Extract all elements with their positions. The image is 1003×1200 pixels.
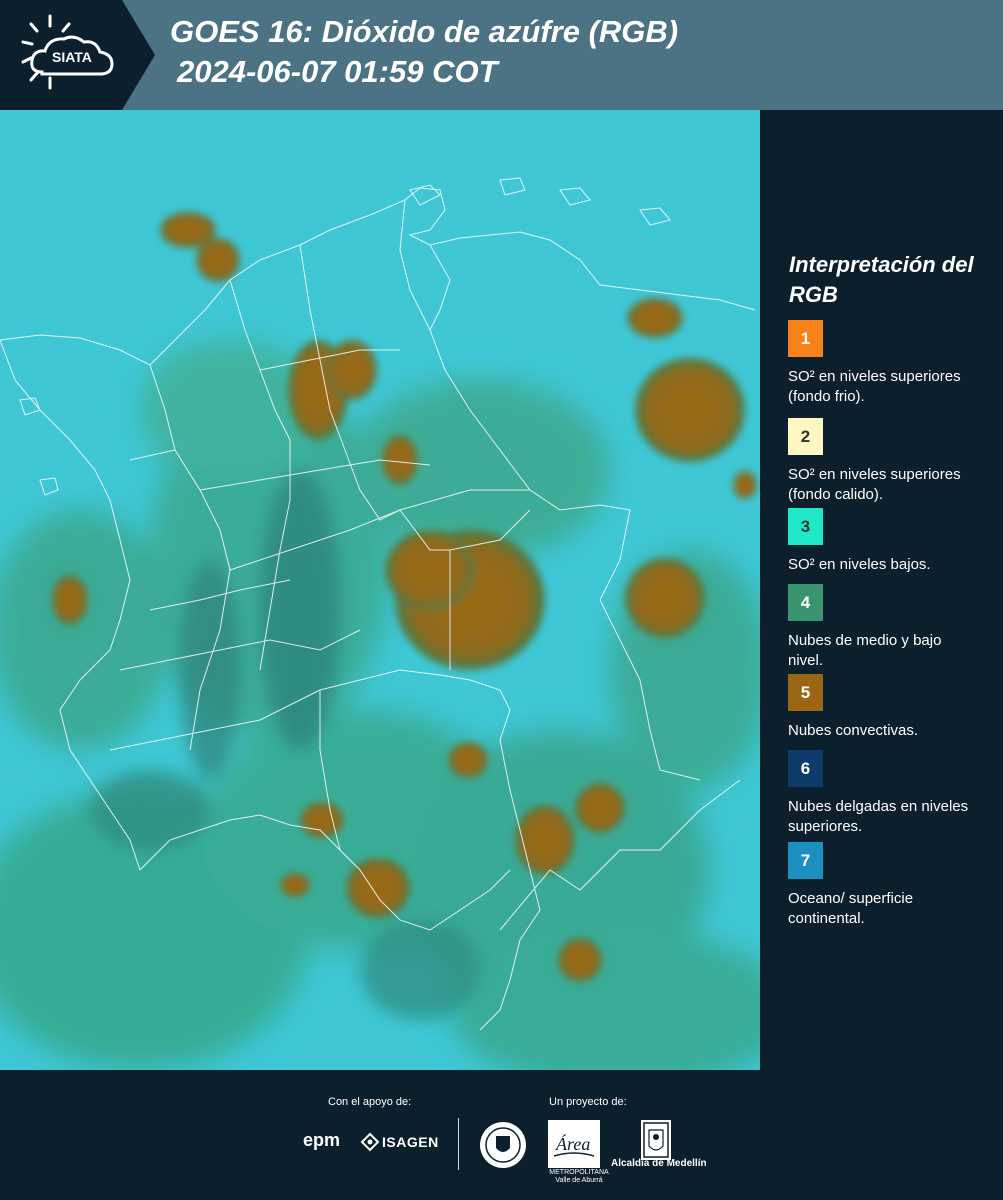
legend-label: SO² en niveles superiores (fondo calido)… — [788, 466, 961, 503]
medellin-seal-icon[interactable] — [478, 1120, 528, 1170]
legend-item: 3 SO² en niveles bajos. — [788, 508, 998, 575]
legend-item: 5 Nubes convectivas. — [788, 674, 998, 741]
page-title: GOES 16: Dióxido de azúfre (RGB) — [170, 14, 679, 49]
alcaldia-text: Alcaldía de Medellín — [611, 1158, 707, 1169]
legend-swatch: 2 — [788, 418, 823, 455]
legend-item: 6 Nubes delgadas en niveles superiores. — [788, 750, 998, 837]
alcaldia-crest[interactable] — [641, 1120, 671, 1160]
alcaldia-crest-icon — [643, 1122, 669, 1158]
legend-item: 7 Oceano/ superficie continental. — [788, 842, 998, 929]
epm-logo[interactable]: epm — [303, 1130, 340, 1151]
footer: Con el apoyo de: Un proyecto de: epm ISA… — [0, 1070, 1003, 1200]
legend-item: 1 SO² en niveles superiores (fondo frio)… — [788, 320, 998, 407]
svg-text:SIATA: SIATA — [52, 49, 92, 65]
legend-title: Interpretación del RGB — [789, 252, 974, 307]
legend-swatch: 3 — [788, 508, 823, 545]
project-caption: Un proyecto de: — [549, 1096, 627, 1108]
isagen-mark-icon — [360, 1132, 380, 1152]
satellite-image — [0, 110, 760, 1070]
legend-item: 4 Nubes de medio y bajo nivel. — [788, 584, 998, 671]
footer-divider — [458, 1118, 459, 1170]
satellite-map[interactable] — [0, 110, 760, 1070]
legend-item: 2 SO² en niveles superiores (fondo calid… — [788, 418, 998, 505]
legend-swatch: 4 — [788, 584, 823, 621]
legend-panel: Interpretación del RGB 1 SO² en niveles … — [760, 110, 1003, 1070]
area-metropolitana-text: METROPOLITANA Valle de Aburrá — [549, 1169, 609, 1184]
siata-logo-icon: SIATA — [0, 0, 155, 110]
area-metropolitana-icon: Área — [553, 1133, 595, 1157]
siata-logo[interactable]: SIATA — [0, 0, 155, 110]
legend-swatch: 6 — [788, 750, 823, 787]
legend-label: Nubes de medio y bajo nivel. — [788, 632, 942, 669]
timestamp: 2024-06-07 01:59 COT — [177, 54, 498, 89]
isagen-logo[interactable]: ISAGEN — [382, 1134, 439, 1150]
area-metropolitana-logo[interactable]: Área — [548, 1120, 600, 1168]
legend-label: Oceano/ superficie continental. — [788, 890, 914, 927]
legend-label: SO² en niveles superiores (fondo frio). — [788, 368, 961, 405]
svg-text:Área: Área — [555, 1133, 590, 1154]
legend-label: Nubes delgadas en niveles superiores. — [788, 798, 969, 835]
legend-swatch: 5 — [788, 674, 823, 711]
header: SIATA GOES 16: Dióxido de azúfre (RGB) 2… — [0, 0, 1003, 110]
legend-swatch: 7 — [788, 842, 823, 879]
legend-swatch: 1 — [788, 320, 823, 357]
legend-label: SO² en niveles bajos. — [788, 556, 931, 573]
support-caption: Con el apoyo de: — [328, 1096, 412, 1108]
legend-label: Nubes convectivas. — [788, 722, 919, 739]
